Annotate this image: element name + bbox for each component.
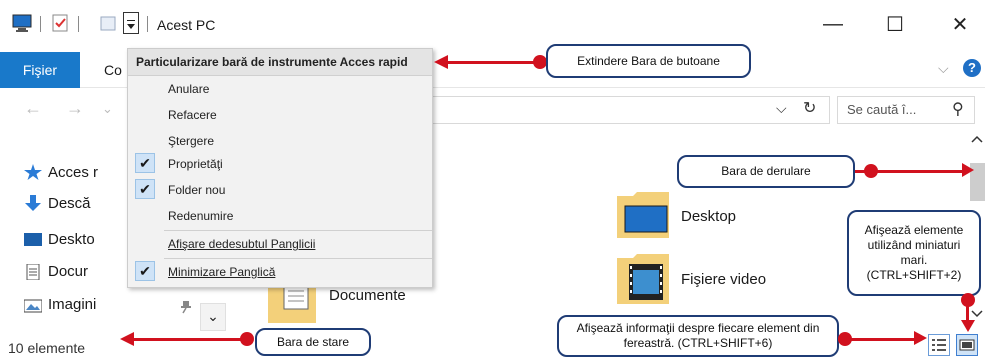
- star-icon: [24, 164, 42, 180]
- menu-item-redo[interactable]: Refacere: [168, 108, 217, 122]
- menu-item-show-below-ribbon[interactable]: Afişare dedesubtul Panglicii: [168, 237, 315, 251]
- nav-item-documents[interactable]: Docur: [48, 263, 88, 280]
- window-title: Acest PC: [157, 17, 216, 33]
- large-icons-arrow-dot: [961, 293, 975, 307]
- qat-arrow-line: [446, 61, 542, 64]
- menu-item-delete[interactable]: Ştergere: [168, 134, 214, 148]
- maximize-button[interactable]: ☐: [880, 12, 910, 36]
- menu-item-undo[interactable]: Anulare: [168, 82, 209, 96]
- menu-item-new-folder[interactable]: Folder nou: [168, 183, 225, 197]
- menu-item-rename[interactable]: Redenumire: [168, 209, 233, 223]
- large-icons-arrow-head: [961, 320, 975, 332]
- callout-details: Afişează informaţii despre fiecare eleme…: [557, 315, 839, 357]
- checkmark-icon: ✔: [135, 179, 155, 199]
- pin-icon[interactable]: [179, 300, 193, 314]
- computer-icon[interactable]: [12, 13, 32, 33]
- desktop-folder-icon[interactable]: [615, 188, 671, 240]
- callout-large-icons: Afişează elemente utilizând miniaturi ma…: [847, 210, 981, 296]
- details-arrow-dot: [838, 332, 852, 346]
- menu-separator: [164, 230, 432, 231]
- qat-customize-menu: Particularizare bară de instrumente Acce…: [127, 48, 433, 288]
- recent-locations-icon[interactable]: ⌄: [102, 101, 113, 117]
- menu-item-properties[interactable]: Proprietăţi: [168, 157, 223, 171]
- menu-separator: [164, 258, 432, 259]
- nav-item-pictures[interactable]: Imagini: [48, 296, 96, 313]
- menu-separator: [128, 75, 432, 76]
- qat-separator: [147, 16, 148, 32]
- qat-arrow-dot: [533, 55, 547, 69]
- content-item-videos[interactable]: Fişiere video: [681, 271, 766, 288]
- content-item-documents[interactable]: Documente: [329, 287, 406, 304]
- documents-icon: [26, 264, 40, 280]
- desktop-icon: [24, 233, 42, 246]
- tab-computer[interactable]: Co: [104, 62, 122, 78]
- help-icon[interactable]: ?: [963, 59, 981, 77]
- callout-status-bar: Bara de stare: [255, 328, 371, 356]
- back-arrow-icon[interactable]: ←: [24, 98, 42, 119]
- tab-file[interactable]: Fişier: [0, 52, 80, 88]
- videos-folder-icon[interactable]: [615, 250, 671, 306]
- scroll-up-button[interactable]: [969, 133, 985, 151]
- nav-item-quick-access[interactable]: Acces r: [48, 164, 98, 181]
- nav-item-desktop[interactable]: Deskto: [48, 231, 95, 248]
- scroll-arrow-dot: [864, 164, 878, 178]
- qat-customize-button[interactable]: [123, 12, 139, 34]
- qat-separator: [78, 16, 79, 32]
- status-arrow-line: [132, 338, 244, 341]
- large-icons-view-icon: [959, 339, 975, 351]
- checkmark-icon: ✔: [135, 153, 155, 173]
- callout-scrollbar: Bara de derulare: [677, 155, 855, 188]
- item-count: 10 elemente: [8, 340, 86, 356]
- properties-icon[interactable]: [50, 13, 70, 33]
- menu-item-minimize-ribbon[interactable]: Minimizare Panglică: [168, 265, 275, 279]
- address-dropdown-icon[interactable]: ⌵: [776, 100, 787, 117]
- minimize-button[interactable]: —: [818, 12, 848, 36]
- download-arrow-icon: [25, 195, 41, 211]
- search-icon: ⚲: [952, 101, 964, 118]
- nav-scroll-down-button[interactable]: ⌄: [200, 303, 226, 331]
- menu-header: Particularizare bară de instrumente Acce…: [128, 49, 432, 75]
- refresh-icon[interactable]: ↻: [803, 98, 816, 118]
- close-button[interactable]: ✕: [945, 12, 975, 36]
- content-item-desktop[interactable]: Desktop: [681, 208, 736, 225]
- scroll-arrow-head: [962, 163, 974, 177]
- details-view-button[interactable]: [928, 334, 950, 356]
- new-folder-icon[interactable]: [98, 13, 118, 33]
- pictures-icon: [24, 299, 42, 313]
- callout-qat: Extindere Bara de butoane: [546, 44, 751, 78]
- qat-separator: [40, 16, 41, 32]
- details-view-icon: [932, 339, 946, 351]
- large-icons-view-button[interactable]: [956, 334, 978, 356]
- status-arrow-dot: [240, 332, 254, 346]
- ribbon-expand-icon[interactable]: ⌵: [938, 60, 949, 77]
- forward-arrow-icon[interactable]: →: [66, 98, 84, 119]
- nav-item-downloads[interactable]: Descă: [48, 195, 91, 212]
- details-arrow-head: [914, 331, 927, 345]
- checkmark-icon: ✔: [135, 261, 155, 281]
